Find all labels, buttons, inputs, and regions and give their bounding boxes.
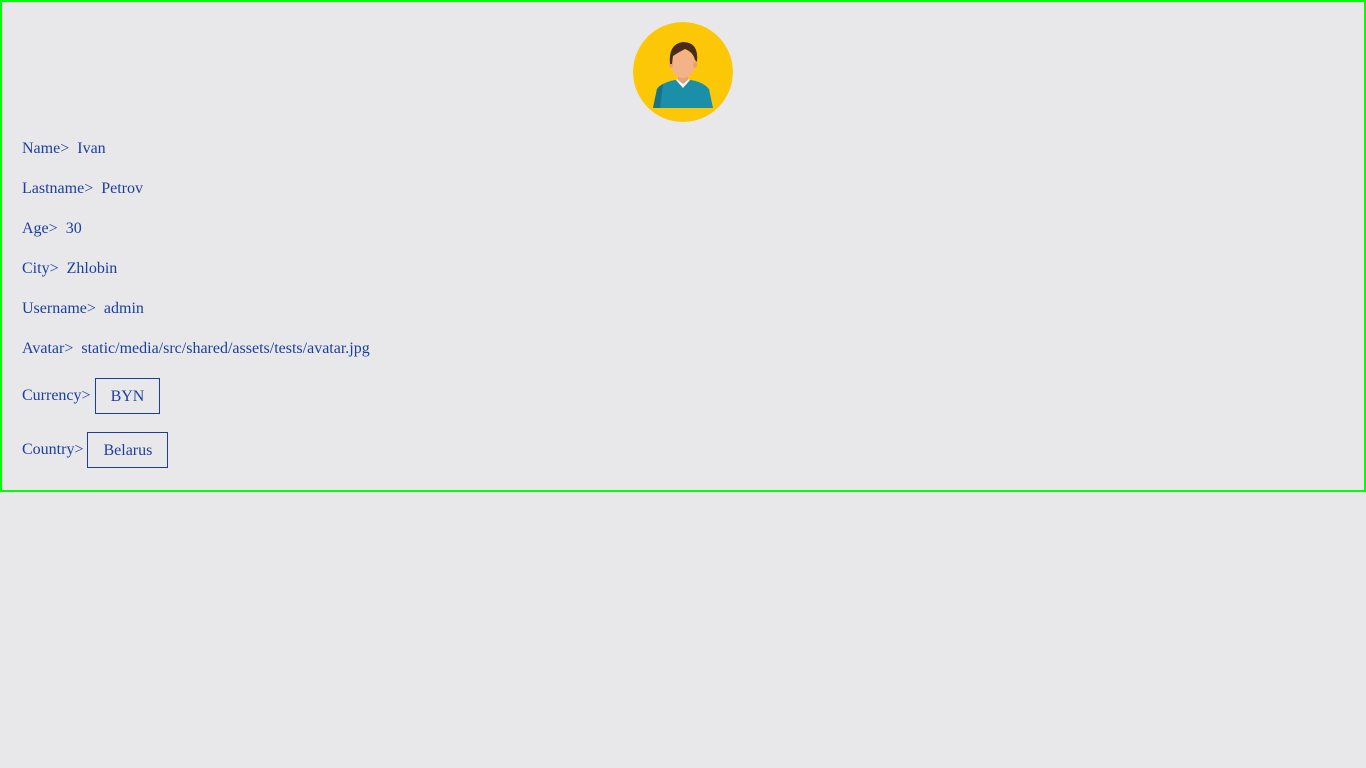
avatar-label: Avatar> — [22, 340, 74, 357]
username-row: Username> admin — [22, 300, 144, 318]
username-label: Username> — [22, 300, 96, 317]
avatar-path-value: static/media/src/shared/assets/tests/ava… — [81, 340, 370, 357]
name-row: Name> Ivan — [22, 140, 106, 158]
city-row: City> Zhlobin — [22, 260, 117, 278]
city-label: City> — [22, 260, 59, 277]
lastname-row: Lastname> Petrov — [22, 180, 143, 198]
avatar-row: Avatar> static/media/src/shared/assets/t… — [22, 340, 370, 358]
avatar — [633, 22, 733, 122]
age-label: Age> — [22, 220, 58, 237]
currency-label: Currency> — [22, 387, 91, 404]
city-value: Zhlobin — [66, 260, 118, 277]
country-select[interactable]: Belarus — [87, 432, 169, 468]
country-row: Country> Belarus — [22, 432, 169, 468]
age-row: Age> 30 — [22, 220, 82, 238]
currency-row: Currency> BYN — [22, 378, 161, 414]
age-value: 30 — [65, 220, 82, 237]
name-label: Name> — [22, 140, 70, 157]
lastname-value: Petrov — [101, 180, 143, 197]
country-label: Country> — [22, 441, 84, 458]
profile-card: Name> Ivan Lastname> Petrov Age> 30 City… — [0, 0, 1366, 492]
currency-select[interactable]: BYN — [94, 378, 161, 414]
name-value: Ivan — [77, 140, 106, 157]
username-value: admin — [103, 300, 144, 317]
avatar-image — [633, 22, 733, 122]
lastname-label: Lastname> — [22, 180, 94, 197]
